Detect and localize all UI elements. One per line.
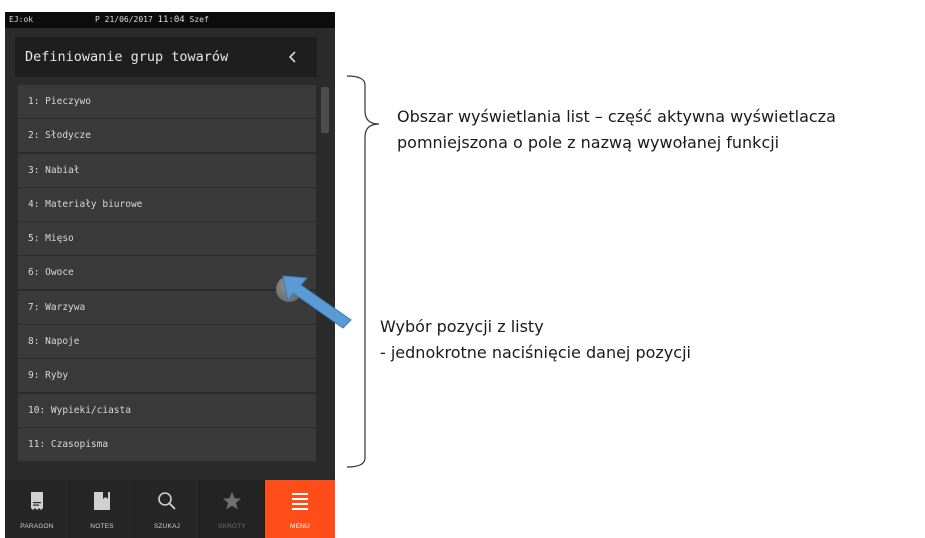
- list-item[interactable]: 11: Czasopisma: [18, 427, 316, 461]
- nav-menu-button[interactable]: MENU: [265, 480, 335, 538]
- nav-notes-button[interactable]: NOTES: [70, 480, 135, 538]
- list-item[interactable]: 9: Ryby: [18, 359, 316, 393]
- chevron-left-icon: [288, 51, 296, 63]
- group-list: 1: Pieczywo 2: Słodycze 3: Nabiał 4: Mat…: [18, 85, 316, 469]
- status-time: 11:04: [157, 15, 185, 25]
- menu-icon: [289, 490, 311, 512]
- annotation-text: Wybór pozycji z listy: [380, 317, 544, 336]
- list-item[interactable]: 7: Warzywa: [18, 290, 316, 324]
- arrow-icon: [282, 275, 352, 329]
- status-bar: EJ:ok P 21/06/2017 11:04 Szef: [5, 12, 335, 28]
- nav-search-button[interactable]: SZUKAJ: [135, 480, 200, 538]
- back-button[interactable]: [283, 47, 303, 67]
- status-ej: EJ:ok: [9, 15, 34, 24]
- scrollbar-thumb[interactable]: [321, 87, 329, 133]
- annotation-selection: Wybór pozycji z listy - jednokrotne naci…: [380, 314, 840, 366]
- list-item[interactable]: 10: Wypieki/ciasta: [18, 393, 316, 427]
- receipt-icon: [26, 490, 48, 512]
- nav-label: NOTES: [90, 523, 114, 530]
- list-item[interactable]: 8: Napoje: [18, 325, 316, 359]
- list-item[interactable]: 1: Pieczywo: [18, 85, 316, 118]
- page-title: Definiowanie grup towarów: [25, 49, 229, 65]
- nav-label: SZUKAJ: [153, 523, 181, 530]
- bottom-nav: PARAGON NOTES SZUKAJ SKRÓTY MENU: [5, 480, 335, 538]
- annotation-list-area: Obszar wyświetlania list – część aktywna…: [397, 104, 917, 156]
- nav-label: PARAGON: [20, 523, 54, 530]
- search-icon: [156, 490, 178, 512]
- list-item[interactable]: 3: Nabiał: [18, 153, 316, 187]
- notes-icon: [91, 490, 113, 512]
- annotation-text: pomniejszona o pole z nazwą wywołanej fu…: [397, 133, 780, 152]
- status-user: Szef: [189, 15, 209, 24]
- annotation-text: Obszar wyświetlania list – część aktywna…: [397, 107, 836, 126]
- status-datetime: P 21/06/2017 11:04 Szef: [95, 12, 209, 28]
- title-bar: Definiowanie grup towarów: [15, 37, 317, 77]
- list-item[interactable]: 4: Materiały biurowe: [18, 187, 316, 221]
- nav-shortcuts-button[interactable]: SKRÓTY: [200, 480, 265, 538]
- nav-paragon-button[interactable]: PARAGON: [5, 480, 70, 538]
- nav-label: MENU: [290, 523, 310, 530]
- annotation-text: - jednokrotne naciśnięcie danej pozycji: [380, 343, 691, 362]
- status-date: P 21/06/2017: [95, 15, 153, 24]
- list-area-bracket: [346, 75, 380, 468]
- list-item[interactable]: 6: Owoce: [18, 256, 316, 290]
- nav-label: SKRÓTY: [218, 523, 246, 530]
- star-icon: [221, 490, 243, 512]
- list-item[interactable]: 5: Mięso: [18, 222, 316, 256]
- list-item[interactable]: 2: Słodycze: [18, 119, 316, 153]
